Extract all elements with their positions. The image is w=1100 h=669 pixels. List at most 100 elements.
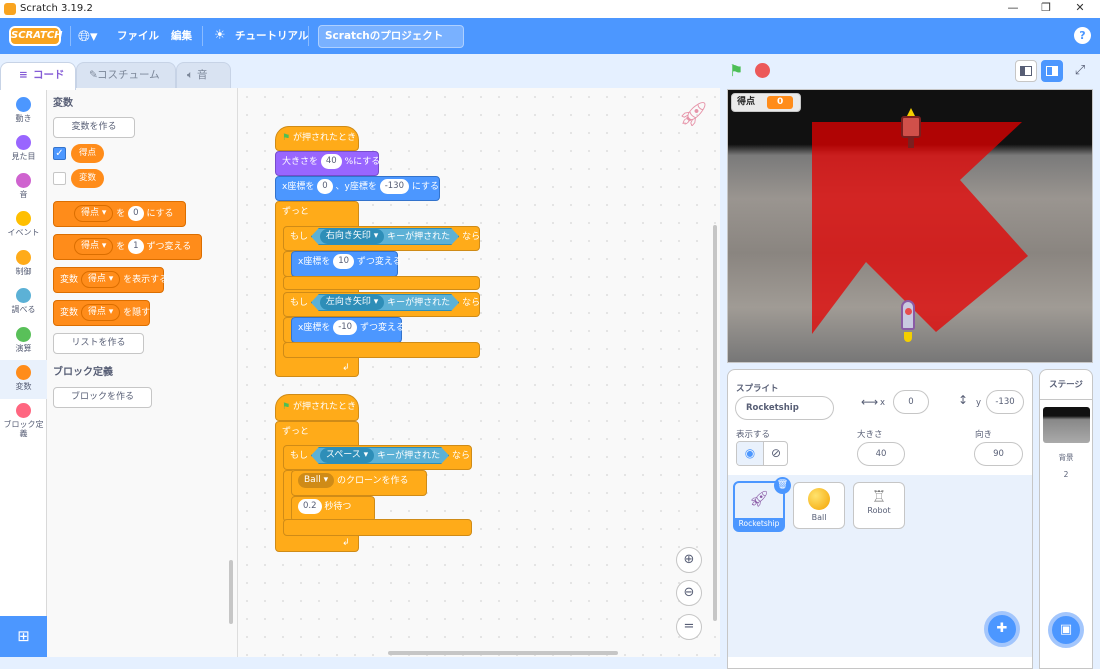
score-reporter[interactable]: 得点 — [71, 144, 105, 163]
tab-sounds[interactable]: 🔈︎ 音 — [176, 62, 231, 88]
close-button[interactable]: ✕ — [1073, 1, 1087, 15]
if-right-block[interactable]: もし 右向き矢印 ▾ キーが押された なら — [283, 226, 480, 251]
normal-stage-button[interactable] — [1041, 60, 1063, 82]
score-monitor[interactable]: 得点 0 — [731, 93, 801, 112]
category-menu: 動き 見た目 音 イベント 制御 調べる 演算 変数 ブロック定義 — [0, 88, 47, 657]
create-clone-block[interactable]: Ball ▾ のクローンを作る — [291, 470, 427, 496]
rocketship-icon: 🚀︎ — [748, 489, 770, 508]
brush-icon: ✎ — [89, 69, 98, 81]
make-list-button[interactable]: リストを作る — [53, 333, 144, 354]
code-workspace[interactable]: 🚀︎ ⚑ が押されたとき 大きさを 40 %にする x座標を 0 、y座標を -… — [238, 88, 720, 657]
set-size-block[interactable]: 大きさを 40 %にする — [275, 151, 380, 176]
stop-button[interactable] — [755, 63, 770, 78]
robot-sprite[interactable] — [896, 108, 926, 152]
window-titlebar: Scratch 3.19.2 — ❐ ✕ — [0, 0, 1100, 18]
change-variable-block[interactable]: 得点 ▾ を 1 ずつ変える — [53, 234, 202, 260]
direction-input[interactable]: 90 — [974, 442, 1023, 466]
stage-title: ステージ — [1040, 370, 1092, 400]
add-extension-button[interactable]: ⊞ — [0, 616, 47, 657]
delete-sprite-icon[interactable]: 🗑︎ — [774, 477, 791, 494]
rocketship-sprite[interactable] — [893, 298, 923, 344]
change-x-block[interactable]: x座標を 10 ずつ変える — [291, 251, 402, 277]
set-variable-block[interactable]: 得点 ▾ を 0 にする — [53, 201, 186, 227]
stage-canvas[interactable]: 得点 0 — [727, 89, 1093, 363]
menu-bar: SCRATCH 🌐︎▾ ファイル 編集 ☀︎ チュートリアル Scratchのプ… — [0, 18, 1100, 54]
visibility-toggle: ◉ ⊘ — [736, 441, 788, 466]
size-input[interactable]: 40 — [857, 442, 905, 466]
green-flag-icon: ⚑ — [282, 402, 291, 412]
zoom-in-icon[interactable]: ⊕ — [676, 547, 702, 573]
category-control[interactable]: 制御 — [0, 245, 47, 284]
language-globe-icon[interactable]: 🌐︎▾ — [78, 18, 98, 54]
block-palette: 変数 変数を作る ✓ 得点 変数 得点 ▾ を 0 にする 得点 ▾ を 1 ず… — [47, 88, 238, 657]
small-stage-button[interactable] — [1015, 60, 1037, 82]
maximize-button[interactable]: ❐ — [1039, 1, 1053, 15]
palette-scrollbar[interactable] — [229, 560, 233, 624]
menu-tutorials[interactable]: チュートリアル — [235, 18, 308, 54]
backdrop-thumbnail[interactable] — [1043, 407, 1090, 443]
minimize-button[interactable]: — — [1006, 1, 1020, 15]
speaker-icon: 🔈︎ — [187, 69, 194, 81]
sprite-label: スプライト — [736, 384, 779, 394]
zoom-out-icon[interactable]: ⊖ — [676, 580, 702, 606]
variable-checkbox[interactable] — [53, 172, 66, 185]
category-operators[interactable]: 演算 — [0, 322, 47, 361]
y-input[interactable]: -130 — [986, 390, 1024, 414]
x-input[interactable]: 0 — [893, 390, 929, 414]
sprite-thumb-robot[interactable]: ♖ Robot — [853, 482, 905, 529]
category-looks[interactable]: 見た目 — [0, 130, 47, 169]
green-flag-button[interactable]: ⚑ — [729, 61, 743, 80]
loop-arrow-icon: ↲ — [342, 538, 350, 548]
make-variable-button[interactable]: 変数を作る — [53, 117, 135, 138]
category-motion[interactable]: 動き — [0, 92, 47, 131]
menu-file[interactable]: ファイル — [117, 18, 159, 54]
code-icon: ≡ — [19, 69, 28, 81]
hide-variable-block[interactable]: 変数 得点 ▾ を隠す — [53, 300, 150, 326]
change-x-negative-block[interactable]: x座標を -10 ずつ変える — [291, 317, 405, 343]
scratch-logo[interactable]: SCRATCH — [9, 26, 63, 46]
variable-reporter[interactable]: 変数 — [71, 169, 105, 188]
category-sensing[interactable]: 調べる — [0, 283, 47, 322]
lightbulb-icon[interactable]: ☀︎ — [214, 18, 226, 54]
zoom-reset-icon[interactable]: = — [676, 614, 702, 640]
green-flag-icon: ⚑ — [282, 133, 291, 143]
backdrops-count: 2 — [1063, 470, 1069, 479]
category-events[interactable]: イベント — [0, 206, 47, 245]
project-title-input[interactable]: Scratchのプロジェクト — [318, 25, 464, 48]
if-left-block[interactable]: もし 左向き矢印 ▾ キーが押された なら — [283, 292, 480, 317]
category-my-blocks[interactable]: ブロック定義 — [0, 398, 47, 444]
make-block-button[interactable]: ブロックを作る — [53, 387, 152, 408]
palette-heading-variables: 変数 — [53, 98, 73, 109]
choose-backdrop-button[interactable]: ▣ — [1048, 612, 1084, 648]
show-eye-icon[interactable]: ◉ — [737, 442, 763, 465]
sprite-list: 🚀︎ Rocketship 🗑︎ Ball ♖ Robot ✚ — [727, 475, 1033, 657]
category-sound[interactable]: 音 — [0, 168, 47, 207]
fullscreen-icon[interactable]: ⤢ — [1069, 60, 1091, 82]
tab-costumes[interactable]: ✎ コスチューム — [76, 62, 176, 88]
workspace-horizontal-scrollbar[interactable] — [388, 651, 618, 655]
x-arrows-icon: ⟷ — [861, 395, 879, 409]
sprite-thumb-ball[interactable]: Ball — [793, 482, 845, 529]
score-checkbox[interactable]: ✓ — [53, 147, 66, 160]
tab-code[interactable]: ≡ コード — [0, 62, 76, 90]
help-icon[interactable]: ? — [1074, 27, 1091, 44]
palette-heading-my-blocks: ブロック定義 — [53, 367, 113, 378]
loop-arrow-icon: ↲ — [342, 363, 350, 373]
if-space-block[interactable]: もし スペース ▾ キーが押された なら — [283, 445, 472, 470]
choose-sprite-button[interactable]: ✚ — [984, 611, 1020, 647]
menu-edit[interactable]: 編集 — [171, 18, 192, 54]
category-variables[interactable]: 変数 — [0, 360, 47, 399]
workspace-vertical-scrollbar[interactable] — [713, 225, 717, 621]
app-icon — [4, 3, 16, 15]
sprite-thumbnail-icon: 🚀︎ — [678, 100, 709, 128]
image-plus-icon: ▣ — [1059, 622, 1073, 637]
hide-eye-icon[interactable]: ⊘ — [763, 442, 787, 465]
go-to-xy-block[interactable]: x座標を 0 、y座標を -130 にする — [275, 176, 440, 201]
when-flag-clicked-block-2[interactable]: ⚑ が押されたとき — [275, 394, 359, 421]
ball-icon — [808, 488, 830, 510]
sprite-name-input[interactable]: Rocketship — [735, 396, 834, 420]
stage-selector[interactable]: ステージ 背景 2 ▣ — [1039, 369, 1093, 669]
show-variable-block[interactable]: 変数 得点 ▾ を表示する — [53, 267, 168, 293]
when-flag-clicked-block[interactable]: ⚑ が押されたとき — [275, 126, 359, 151]
window-title: Scratch 3.19.2 — [20, 3, 93, 14]
